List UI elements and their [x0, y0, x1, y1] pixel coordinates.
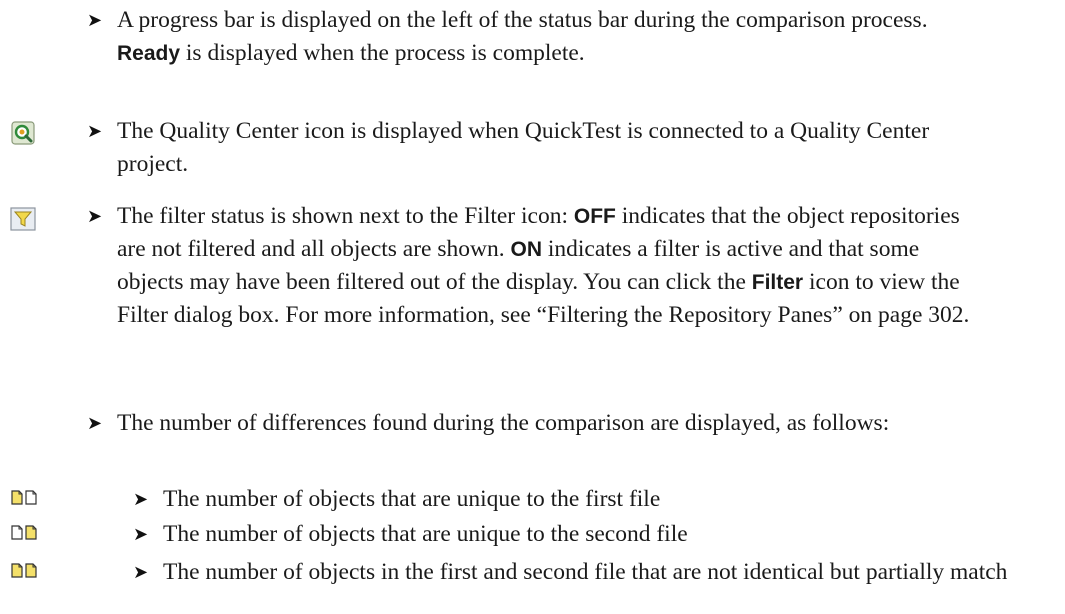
bullet-arrow: ➤ — [87, 121, 103, 141]
bold-term: OFF — [573, 205, 616, 228]
bullet-text: The number of differences found during t… — [117, 407, 987, 440]
sub-bullet-text: The number of objects in the first and s… — [163, 559, 1008, 585]
unique-first-file-icon — [11, 490, 37, 505]
bullet-text: The Quality Center icon is displayed whe… — [117, 115, 987, 181]
bullet-arrow: ➤ — [133, 489, 149, 509]
bold-term: Filter — [751, 271, 804, 294]
text-run: is displayed when the process is complet… — [180, 40, 585, 66]
partial-match-icon — [11, 563, 37, 578]
bullet-arrow: ➤ — [133, 562, 149, 582]
sub-bullet-item: ➤ The number of objects in the first and… — [133, 556, 1013, 589]
sub-bullet-item: ➤ The number of objects that are unique … — [133, 483, 1013, 516]
sub-bullet-text: The number of objects that are unique to… — [163, 521, 688, 547]
text-run: A progress bar is displayed on the left … — [117, 7, 928, 33]
bold-term: Ready — [117, 42, 181, 65]
text-run: The number of differences found during t… — [117, 410, 890, 436]
sub-bullet-text: The number of objects that are unique to… — [163, 486, 661, 512]
bullet-arrow: ➤ — [87, 206, 103, 226]
text-run: The Quality Center icon is displayed whe… — [117, 118, 930, 177]
bullet-text: A progress bar is displayed on the left … — [117, 4, 987, 70]
text-run: The filter status is shown next to the F… — [117, 203, 574, 229]
filter-icon — [10, 207, 36, 231]
bullet-item-quality-center: ➤ The Quality Center icon is displayed w… — [87, 115, 987, 181]
unique-second-file-icon — [11, 525, 37, 540]
quality-center-icon — [11, 121, 35, 145]
bullet-item-differences: ➤ The number of differences found during… — [87, 407, 987, 440]
bullet-arrow: ➤ — [87, 413, 103, 433]
bullet-arrow: ➤ — [133, 524, 149, 544]
bullet-arrow: ➤ — [87, 10, 103, 30]
sub-bullet-item: ➤ The number of objects that are unique … — [133, 518, 1013, 551]
bullet-item-progress: ➤ A progress bar is displayed on the lef… — [87, 4, 987, 70]
bold-term: ON — [510, 238, 542, 261]
bullet-text: The filter status is shown next to the F… — [117, 200, 987, 332]
bullet-item-filter: ➤ The filter status is shown next to the… — [87, 200, 987, 332]
